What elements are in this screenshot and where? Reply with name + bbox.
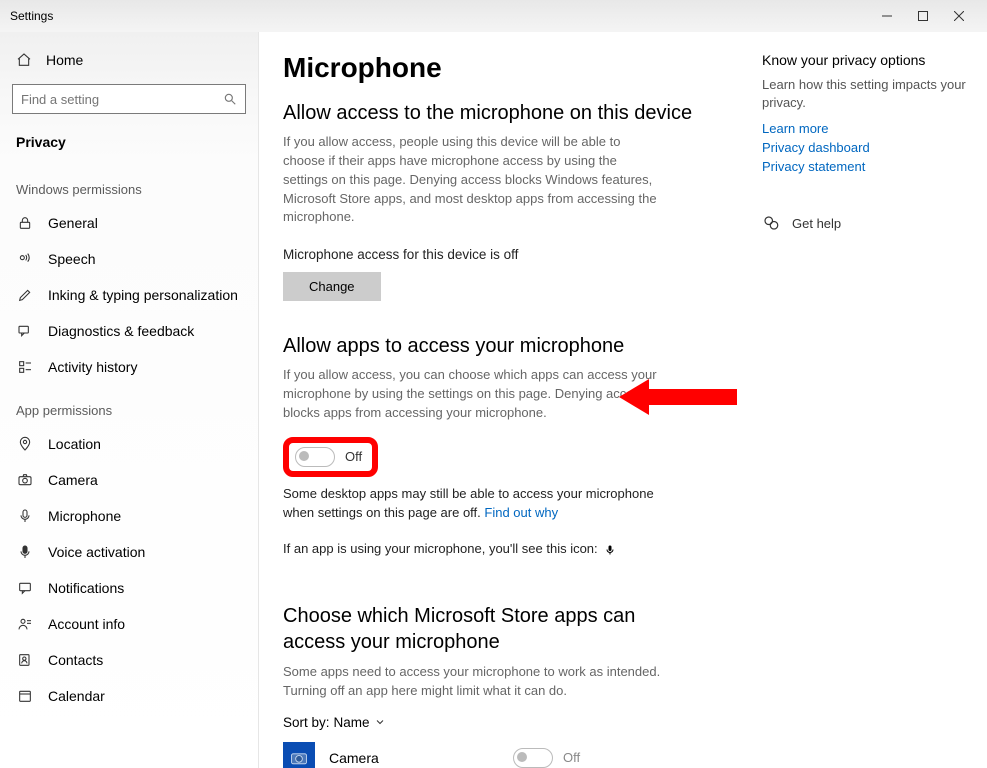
microphone-icon: [16, 508, 34, 524]
minimize-button[interactable]: [869, 2, 905, 30]
sidebar-item-label: Microphone: [48, 508, 121, 524]
search-icon: [223, 92, 237, 106]
lock-icon: [16, 215, 34, 231]
current-category: Privacy: [0, 126, 258, 164]
sidebar-item-label: Speech: [48, 251, 95, 267]
sidebar-item-diagnostics[interactable]: Diagnostics & feedback: [0, 313, 258, 349]
sidebar-item-label: Voice activation: [48, 544, 145, 560]
sidebar-item-inking[interactable]: Inking & typing personalization: [0, 277, 258, 313]
sidebar-item-label: Calendar: [48, 688, 105, 704]
sidebar-item-voice-activation[interactable]: Voice activation: [0, 534, 258, 570]
app-toggle-state: Off: [563, 750, 580, 765]
home-icon: [16, 52, 32, 68]
device-access-status: Microphone access for this device is off: [283, 247, 732, 262]
group-app-permissions: App permissions: [0, 385, 258, 426]
maximize-button[interactable]: [905, 2, 941, 30]
section-apps-access-title: Allow apps to access your microphone: [283, 335, 732, 358]
window-title: Settings: [10, 9, 869, 23]
section-device-access-title: Allow access to the microphone on this d…: [283, 102, 732, 125]
account-icon: [16, 616, 34, 632]
voice-icon: [16, 544, 34, 560]
close-button[interactable]: [941, 2, 977, 30]
sidebar-item-label: Inking & typing personalization: [48, 287, 238, 303]
section-device-access-desc: If you allow access, people using this d…: [283, 133, 663, 227]
app-row-camera: Camera Off: [283, 742, 732, 768]
app-name: Camera: [329, 750, 499, 766]
toggle-state-label: Off: [345, 449, 362, 464]
sidebar-item-activity-history[interactable]: Activity history: [0, 349, 258, 385]
contacts-icon: [16, 652, 34, 668]
sidebar-item-notifications[interactable]: Notifications: [0, 570, 258, 606]
find-out-why-link[interactable]: Find out why: [484, 505, 558, 520]
pencil-icon: [16, 287, 34, 303]
notifications-icon: [16, 580, 34, 596]
change-button[interactable]: Change: [283, 272, 381, 301]
feedback-icon: [16, 323, 34, 339]
sidebar-item-microphone[interactable]: Microphone: [0, 498, 258, 534]
sidebar-item-contacts[interactable]: Contacts: [0, 642, 258, 678]
search-input[interactable]: [12, 84, 246, 114]
sidebar-item-label: Activity history: [48, 359, 137, 375]
link-privacy-dashboard[interactable]: Privacy dashboard: [762, 140, 973, 155]
section-store-apps-title: Choose which Microsoft Store apps can ac…: [283, 603, 663, 655]
link-privacy-statement[interactable]: Privacy statement: [762, 159, 973, 174]
sidebar-item-label: Account info: [48, 616, 125, 632]
microphone-indicator-icon: [604, 544, 616, 556]
sidebar-item-label: Notifications: [48, 580, 124, 596]
sidebar-item-calendar[interactable]: Calendar: [0, 678, 258, 714]
link-learn-more[interactable]: Learn more: [762, 121, 973, 136]
mic-in-use-note: If an app is using your microphone, you'…: [283, 540, 663, 559]
search-field[interactable]: [21, 92, 223, 107]
toggle-icon: [295, 447, 335, 467]
apps-access-toggle[interactable]: Off: [283, 437, 378, 477]
group-windows-permissions: Windows permissions: [0, 164, 258, 205]
sortby-value: Name: [334, 715, 370, 730]
camera-icon: [16, 472, 34, 488]
sidebar-item-label: Camera: [48, 472, 98, 488]
rail-heading: Know your privacy options: [762, 52, 973, 68]
speech-icon: [16, 251, 34, 267]
section-store-apps-desc: Some apps need to access your microphone…: [283, 663, 663, 701]
get-help-label: Get help: [792, 216, 841, 231]
section-apps-access-desc: If you allow access, you can choose whic…: [283, 366, 663, 423]
sidebar-item-label: Contacts: [48, 652, 103, 668]
sidebar-item-home[interactable]: Home: [0, 46, 258, 78]
sidebar-item-camera[interactable]: Camera: [0, 462, 258, 498]
sidebar-item-label: General: [48, 215, 98, 231]
sidebar: Home Privacy Windows permissions General…: [0, 32, 259, 768]
help-icon: [762, 214, 780, 232]
page-title: Microphone: [283, 52, 732, 84]
calendar-icon: [16, 688, 34, 704]
desktop-apps-note: Some desktop apps may still be able to a…: [283, 485, 663, 523]
history-icon: [16, 359, 34, 375]
chevron-down-icon: [374, 716, 386, 728]
sidebar-item-speech[interactable]: Speech: [0, 241, 258, 277]
get-help-link[interactable]: Get help: [762, 214, 973, 232]
rail-desc: Learn how this setting impacts your priv…: [762, 76, 973, 111]
sidebar-item-general[interactable]: General: [0, 205, 258, 241]
location-icon: [16, 436, 34, 452]
sidebar-item-account-info[interactable]: Account info: [0, 606, 258, 642]
sidebar-home-label: Home: [46, 52, 83, 68]
sort-by-selector[interactable]: Sort by: Name: [283, 715, 732, 730]
info-rail: Know your privacy options Learn how this…: [762, 32, 987, 768]
sidebar-item-label: Diagnostics & feedback: [48, 323, 194, 339]
sidebar-item-label: Location: [48, 436, 101, 452]
app-toggle[interactable]: [513, 748, 553, 768]
sidebar-item-location[interactable]: Location: [0, 426, 258, 462]
camera-app-icon: [283, 742, 315, 768]
sortby-label: Sort by:: [283, 715, 330, 730]
